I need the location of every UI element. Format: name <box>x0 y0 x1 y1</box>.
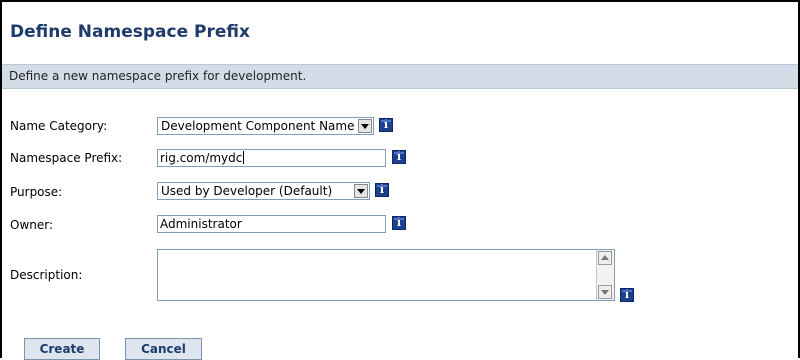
namespace-prefix-value: rig.com/mydc <box>160 151 243 165</box>
purpose-label: Purpose: <box>10 185 63 199</box>
purpose-value: Used by Developer (Default) <box>161 184 333 198</box>
info-icon[interactable] <box>392 150 406 164</box>
description-textarea[interactable] <box>157 249 615 301</box>
purpose-select[interactable]: Used by Developer (Default) <box>157 182 370 200</box>
description-scrollbar[interactable] <box>596 250 614 300</box>
name-category-select[interactable]: Development Component Name <box>157 117 374 135</box>
name-category-value: Development Component Name <box>161 119 355 133</box>
info-icon[interactable] <box>392 216 406 230</box>
scroll-up-icon[interactable] <box>598 251 612 265</box>
info-icon[interactable] <box>620 288 634 302</box>
cancel-button[interactable]: Cancel <box>125 338 202 360</box>
name-category-label: Name Category: <box>10 119 108 133</box>
owner-value: Administrator <box>160 217 242 231</box>
create-button[interactable]: Create <box>24 338 100 360</box>
text-cursor <box>243 151 245 164</box>
info-icon[interactable] <box>379 118 393 132</box>
page-container: Define Namespace Prefix Define a new nam… <box>0 0 800 360</box>
page-subtitle: Define a new namespace prefix for develo… <box>9 69 307 83</box>
page-title: Define Namespace Prefix <box>10 22 250 42</box>
info-icon[interactable] <box>375 183 389 197</box>
namespace-prefix-label: Namespace Prefix: <box>10 151 123 165</box>
chevron-down-icon[interactable] <box>354 184 368 198</box>
scroll-down-icon[interactable] <box>598 285 612 299</box>
owner-label: Owner: <box>10 218 54 232</box>
owner-input[interactable]: Administrator <box>157 215 386 233</box>
chevron-down-icon[interactable] <box>358 119 372 133</box>
description-label: Description: <box>10 268 83 282</box>
subtitle-bar: Define a new namespace prefix for develo… <box>2 64 798 89</box>
namespace-prefix-input[interactable]: rig.com/mydc <box>157 149 386 167</box>
